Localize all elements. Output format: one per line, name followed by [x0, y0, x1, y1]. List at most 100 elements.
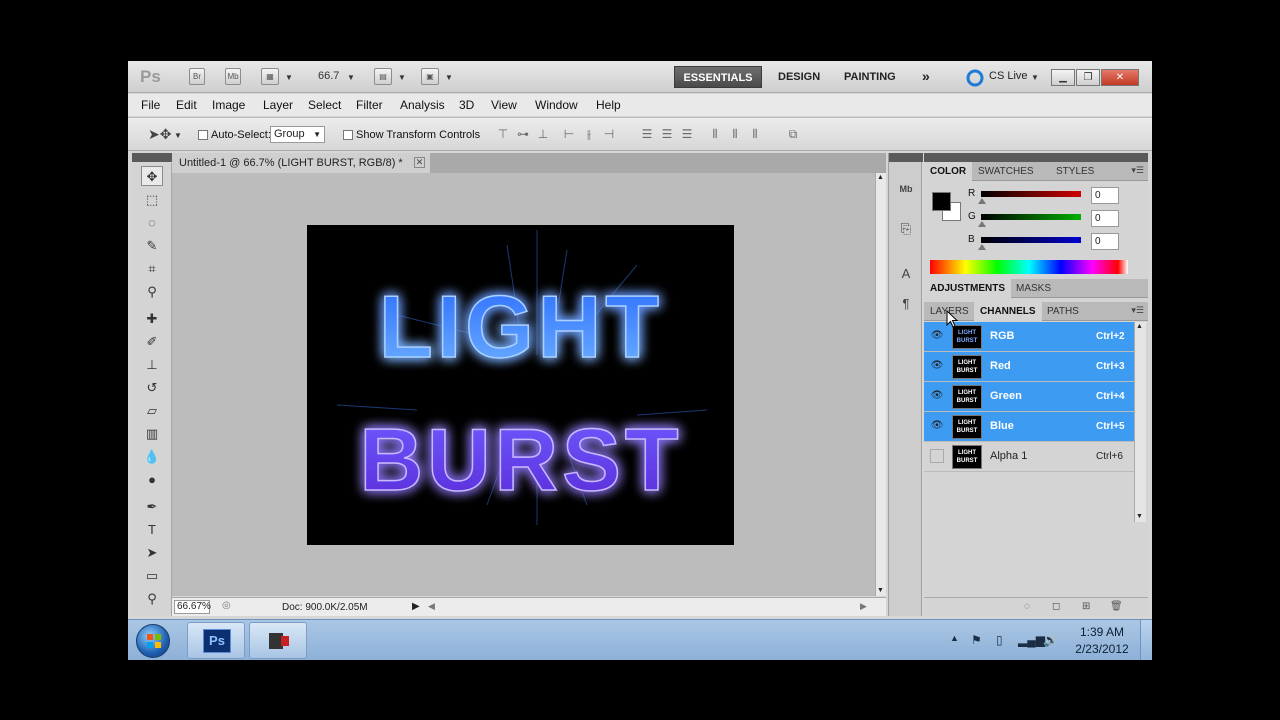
cs-live-icon[interactable] — [966, 69, 984, 87]
tab-masks[interactable]: MASKS — [1010, 279, 1057, 298]
hscroll-left-icon[interactable]: ◀ — [428, 601, 435, 612]
status-zoom-field[interactable]: 66.67% — [174, 600, 211, 614]
cs-live-label[interactable]: CS Live — [989, 70, 1028, 82]
menu-file[interactable]: File — [141, 98, 160, 112]
menu-help[interactable]: Help — [596, 98, 621, 112]
eye-icon[interactable]: 👁 — [930, 359, 944, 373]
status-menu-arrow-icon[interactable]: ▶ — [412, 601, 420, 612]
align-bottom-icon[interactable]: ⊥ — [535, 127, 551, 143]
blur-tool-icon[interactable]: 💧 — [141, 447, 163, 467]
scroll-up-icon[interactable]: ▲ — [877, 174, 884, 181]
foreground-color-swatch[interactable] — [932, 192, 951, 211]
dodge-tool-icon[interactable]: ● — [141, 470, 163, 490]
eye-icon[interactable]: 👁 — [930, 329, 944, 343]
quick-select-tool-icon[interactable]: ✎ — [141, 236, 163, 256]
tool-preset-caret-icon[interactable]: ▼ — [174, 131, 182, 140]
arrange-caret-icon[interactable]: ▼ — [398, 73, 406, 82]
taskbar-recorder[interactable] — [249, 622, 307, 659]
character-panel-icon[interactable]: A — [896, 264, 916, 284]
align-right-icon[interactable]: ⊣ — [601, 127, 617, 143]
action-center-flag-icon[interactable]: ⚑ — [971, 633, 982, 647]
new-channel-icon[interactable]: ⊞ — [1082, 601, 1090, 612]
align-hcenter-icon[interactable]: ⫲ — [581, 127, 597, 143]
arrange-documents-button[interactable]: ▤ — [374, 68, 392, 85]
auto-select-checkbox[interactable] — [198, 130, 208, 140]
zoom-level[interactable]: 66.7 — [318, 70, 339, 82]
menu-layer[interactable]: Layer — [263, 98, 293, 112]
align-vcenter-icon[interactable]: ⊶ — [515, 127, 531, 143]
workspace-design[interactable]: DESIGN — [778, 71, 820, 83]
tools-panel-header[interactable] — [132, 153, 172, 162]
eye-icon[interactable]: 👁 — [930, 389, 944, 403]
transform-controls-checkbox[interactable] — [343, 130, 353, 140]
menu-image[interactable]: Image — [212, 98, 245, 112]
menu-view[interactable]: View — [491, 98, 517, 112]
hscroll-right-icon[interactable]: ▶ — [860, 601, 867, 612]
menu-filter[interactable]: Filter — [356, 98, 383, 112]
channel-row-red[interactable]: 👁 LIGHT BURST Red Ctrl+3 — [924, 352, 1134, 382]
menu-window[interactable]: Window — [535, 98, 578, 112]
save-selection-icon[interactable]: ◻ — [1052, 601, 1060, 612]
channel-row-green[interactable]: 👁 LIGHT BURST Green Ctrl+4 — [924, 382, 1134, 412]
gradient-tool-icon[interactable]: ▥ — [141, 424, 163, 444]
load-selection-icon[interactable]: ◌ — [1024, 601, 1030, 612]
icon-strip-header[interactable] — [889, 153, 923, 162]
menu-3d[interactable]: 3D — [459, 98, 474, 112]
distribute-hcenter-icon[interactable]: ⦀ — [727, 127, 743, 143]
status-info-icon[interactable]: ◎ — [222, 600, 231, 611]
distribute-left-icon[interactable]: ⦀ — [707, 127, 723, 143]
tab-swatches[interactable]: SWATCHES — [972, 162, 1040, 181]
distribute-bottom-icon[interactable]: ☰ — [679, 127, 695, 143]
paragraph-panel-icon[interactable]: ¶ — [896, 294, 916, 314]
visibility-toggle[interactable] — [930, 449, 944, 463]
distribute-top-icon[interactable]: ☰ — [639, 127, 655, 143]
eye-icon[interactable]: 👁 — [930, 419, 944, 433]
minimize-button[interactable]: ▁ — [1051, 69, 1075, 86]
slider-g-value[interactable]: 0 — [1091, 210, 1119, 227]
document-canvas[interactable]: LIGHT BURST — [307, 225, 734, 545]
tab-styles[interactable]: STYLES — [1050, 162, 1100, 181]
path-selection-tool-icon[interactable]: ➤ — [141, 543, 163, 563]
channel-row-blue[interactable]: 👁 LIGHT BURST Blue Ctrl+5 — [924, 412, 1134, 442]
healing-brush-tool-icon[interactable]: ✚ — [141, 309, 163, 329]
mini-bridge-panel-icon[interactable]: Mb — [896, 179, 916, 199]
screen-mode-caret-icon[interactable]: ▼ — [445, 73, 453, 82]
panel-dock-header[interactable] — [924, 153, 1148, 162]
cs-live-caret-icon[interactable]: ▼ — [1031, 73, 1039, 82]
clock-date[interactable]: 2/23/2012 — [1072, 642, 1132, 656]
clone-stamp-tool-icon[interactable]: ⊥ — [141, 355, 163, 375]
view-extras-button[interactable]: ▦ — [261, 68, 279, 85]
menu-select[interactable]: Select — [308, 98, 341, 112]
clock-time[interactable]: 1:39 AM — [1077, 625, 1127, 639]
auto-select-dropdown[interactable]: Group ▼ — [270, 126, 325, 143]
bridge-button[interactable]: Br — [189, 68, 205, 85]
scroll-down-icon[interactable]: ▼ — [877, 587, 884, 594]
zoom-tool-icon[interactable]: ⚲ — [141, 589, 163, 609]
menu-analysis[interactable]: Analysis — [400, 98, 445, 112]
show-desktop-button[interactable] — [1140, 620, 1152, 660]
workspace-essentials[interactable]: ESSENTIALS — [674, 66, 762, 88]
tab-channels[interactable]: CHANNELS — [974, 302, 1042, 321]
distribute-vcenter-icon[interactable]: ☰ — [659, 127, 675, 143]
brush-tool-icon[interactable]: ✐ — [141, 332, 163, 352]
document-tab[interactable]: Untitled-1 @ 66.7% (LIGHT BURST, RGB/8) … — [172, 153, 430, 173]
move-tool-icon[interactable]: ✥ — [141, 166, 163, 186]
zoom-caret-icon[interactable]: ▼ — [347, 73, 355, 82]
menu-edit[interactable]: Edit — [176, 98, 197, 112]
screen-mode-button[interactable]: ▣ — [421, 68, 439, 85]
more-workspaces-icon[interactable]: » — [922, 68, 930, 84]
restore-button[interactable]: ❐ — [1076, 69, 1100, 86]
close-button[interactable]: ✕ — [1101, 69, 1139, 86]
view-extras-caret-icon[interactable]: ▼ — [285, 73, 293, 82]
eyedropper-tool-icon[interactable]: ⚲ — [141, 282, 163, 302]
type-tool-icon[interactable]: T — [141, 520, 163, 540]
mini-bridge-button[interactable]: Mb — [225, 68, 241, 85]
canvas-vertical-scrollbar[interactable]: ▲ ▼ — [875, 173, 886, 596]
tab-adjustments[interactable]: ADJUSTMENTS — [924, 279, 1012, 298]
lasso-tool-icon[interactable]: ◌ — [141, 213, 163, 233]
align-top-icon[interactable]: ⊤ — [495, 127, 511, 143]
network-icon[interactable]: ▂▄▆ — [1018, 633, 1045, 647]
auto-align-layers-icon[interactable]: ⧉ — [785, 127, 801, 143]
battery-icon[interactable]: ▯ — [996, 633, 1003, 647]
shape-tool-icon[interactable]: ▭ — [141, 566, 163, 586]
